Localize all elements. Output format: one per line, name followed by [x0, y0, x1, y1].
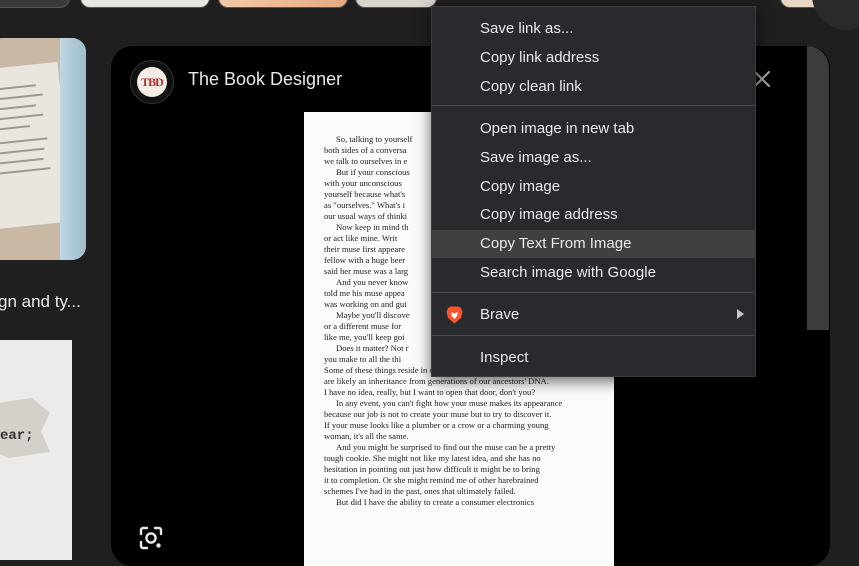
- brave-lion-icon: [446, 306, 463, 324]
- result-image-book[interactable]: [0, 38, 86, 260]
- menu-item-label: Brave: [480, 306, 520, 323]
- book-text-line: it to completion. Or she might remind me…: [324, 475, 539, 485]
- menu-item-label: Copy image address: [480, 206, 618, 223]
- result-image-paper[interactable]: ear;: [0, 340, 72, 560]
- menu-item-label: Copy image: [480, 178, 561, 195]
- menu-item-save-link-as[interactable]: Save link as...: [432, 15, 755, 43]
- chevron-right-icon: [737, 309, 744, 319]
- menu-item-copy-image-address[interactable]: Copy image address: [432, 201, 755, 229]
- book-text-line: tough cookie. She might not like my late…: [324, 453, 541, 463]
- book-text-line: I have no idea, really, but I want to op…: [324, 387, 536, 397]
- menu-item-search-image-google[interactable]: Search image with Google: [432, 259, 755, 287]
- result-thumbnail[interactable]: [218, 0, 348, 8]
- menu-item-open-image-new-tab[interactable]: Open image in new tab: [432, 115, 755, 143]
- book-text-line: In any event, you can't fight how your m…: [336, 398, 563, 408]
- avatar[interactable]: [812, 0, 859, 30]
- book-text-line: woman, it's all the same.: [324, 431, 409, 441]
- book-text-line: But did I have the ability to create a c…: [336, 497, 535, 507]
- book-text-line: are likely an inheritance from generatio…: [324, 376, 549, 386]
- site-title[interactable]: The Book Designer: [188, 69, 342, 90]
- menu-item-copy-text-from-image[interactable]: Copy Text From Image: [432, 230, 755, 258]
- viewer-scrollbar[interactable]: [807, 46, 829, 330]
- site-logo-text: TBD: [137, 67, 167, 97]
- menu-item-save-image-as[interactable]: Save image as...: [432, 144, 755, 172]
- menu-item-copy-clean-link[interactable]: Copy clean link: [432, 73, 755, 101]
- result-thumbnail[interactable]: [0, 0, 70, 8]
- book-text-line: because our job is not to create your mu…: [324, 409, 552, 419]
- menu-item-copy-link-address[interactable]: Copy link address: [432, 44, 755, 72]
- result-caption[interactable]: gn and ty...: [0, 292, 81, 312]
- book-text-line: If your muse looks like a plumber or a c…: [324, 420, 549, 430]
- menu-separator: [432, 105, 755, 106]
- book-text-line: hesitation in pointing out just how diff…: [324, 464, 540, 474]
- menu-item-label: Open image in new tab: [480, 120, 635, 137]
- menu-item-label: Copy Text From Image: [480, 235, 632, 252]
- google-lens-icon[interactable]: [137, 524, 165, 552]
- menu-item-label: Search image with Google: [480, 264, 656, 281]
- menu-item-inspect[interactable]: Inspect: [432, 344, 755, 372]
- menu-item-label: Copy clean link: [480, 78, 582, 95]
- site-logo[interactable]: TBD: [130, 60, 174, 104]
- context-menu: Save link as... Copy link address Copy c…: [431, 6, 756, 377]
- menu-item-label: Save link as...: [480, 20, 574, 37]
- menu-item-label: Inspect: [480, 349, 529, 366]
- result-snippet: ear;: [0, 428, 34, 444]
- menu-item-copy-image[interactable]: Copy image: [432, 173, 755, 201]
- book-text-line: schemes I've had in the past, ones that …: [324, 486, 516, 496]
- menu-separator: [432, 335, 755, 336]
- result-thumbnail[interactable]: [80, 0, 210, 8]
- result-thumbnail[interactable]: [355, 0, 437, 8]
- book-text-line: And you might be surprised to find out t…: [336, 442, 556, 452]
- menu-separator: [432, 292, 755, 293]
- menu-item-brave[interactable]: Brave: [432, 301, 755, 329]
- menu-item-label: Save image as...: [480, 149, 592, 166]
- book-edge: [60, 38, 86, 260]
- menu-item-label: Copy link address: [480, 49, 600, 66]
